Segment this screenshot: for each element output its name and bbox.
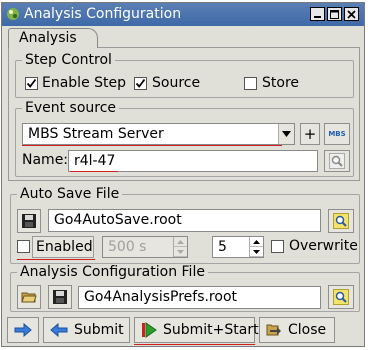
enable-step-checkbox[interactable] (25, 77, 38, 90)
auto-save-file-button[interactable] (17, 209, 41, 233)
add-source-button[interactable]: + (300, 123, 320, 145)
config-file-input[interactable]: Go4AnalysisPrefs.root (78, 286, 321, 309)
submit-button[interactable]: Submit (43, 317, 130, 343)
mbs-button[interactable]: MBS (324, 123, 350, 145)
close-label: Close (288, 322, 327, 338)
play-icon (141, 322, 157, 338)
event-source-type-value: MBS Stream Server (28, 126, 164, 142)
store-checkbox[interactable] (244, 77, 257, 90)
window-title: Analysis Configuration (24, 6, 182, 22)
spin-up-icon[interactable] (174, 237, 187, 247)
overwrite-checkbox[interactable] (271, 240, 284, 253)
checkmark-icon (135, 78, 146, 88)
magnifier-icon (329, 153, 345, 169)
browse-auto-save-button[interactable] (328, 209, 354, 233)
arrow-right-icon (14, 323, 32, 337)
save-config-button[interactable] (48, 285, 72, 309)
close-button[interactable]: Close (259, 317, 335, 343)
store-label: Store (262, 75, 300, 91)
event-source-title: Event source (22, 100, 120, 116)
exit-door-icon (266, 322, 282, 338)
minimize-button[interactable] (310, 7, 325, 21)
auto-save-interval-value: 500 s (108, 239, 147, 255)
config-file-value: Go4AnalysisPrefs.root (84, 289, 238, 305)
forward-button[interactable] (7, 317, 39, 343)
compression-spin-arrows[interactable] (249, 237, 263, 257)
browse-config-button[interactable] (328, 285, 354, 309)
step-control-title: Step Control (22, 52, 115, 68)
name-label: Name: (22, 152, 69, 168)
compression-value: 5 (218, 239, 227, 255)
spin-down-icon[interactable] (174, 247, 187, 257)
maximize-button[interactable] (327, 7, 342, 21)
browse-source-button[interactable] (324, 150, 350, 172)
enabled-underline (17, 259, 95, 260)
auto-save-file-input[interactable]: Go4AutoSave.root (48, 209, 321, 232)
interval-spin-arrows[interactable] (173, 237, 187, 257)
title-bar[interactable]: Analysis Configuration (2, 3, 364, 26)
magnifier-icon (333, 213, 349, 229)
mbs-icon: MBS (328, 130, 346, 138)
tab-analysis-label: Analysis (19, 30, 77, 46)
chevron-down-icon (282, 131, 291, 137)
source-checkbox[interactable] (134, 77, 147, 90)
event-source-type-select[interactable]: MBS Stream Server (22, 123, 295, 145)
event-source-underline (22, 145, 282, 146)
arrow-left-icon (50, 323, 68, 337)
overwrite-label: Overwrite (289, 238, 358, 254)
analysis-configuration-window: Analysis Configuration Analysis Step Con… (1, 2, 365, 347)
enabled-toggle-button[interactable]: Enabled (32, 236, 94, 258)
name-underline (70, 171, 118, 172)
spin-up-icon[interactable] (250, 237, 263, 247)
open-folder-icon (21, 292, 37, 303)
close-window-button[interactable] (344, 7, 359, 21)
minimize-icon (314, 15, 321, 18)
open-config-button[interactable] (17, 285, 41, 309)
checkmark-icon (26, 78, 37, 88)
enabled-label: Enabled (36, 239, 93, 255)
app-icon (7, 8, 19, 20)
enable-step-label: Enable Step (42, 75, 127, 91)
auto-save-enabled-checkbox[interactable] (17, 240, 30, 253)
submit-label: Submit (74, 322, 124, 338)
close-icon (347, 9, 356, 19)
plus-icon: + (303, 125, 317, 143)
event-source-name-input[interactable]: r4l-47 (68, 150, 318, 172)
magnifier-icon (333, 289, 349, 305)
submit-start-button[interactable]: Submit+Start (134, 317, 259, 343)
tab-analysis[interactable]: Analysis (8, 28, 98, 48)
save-disk-icon (22, 214, 36, 228)
save-disk-icon (53, 290, 67, 304)
maximize-icon (330, 9, 339, 19)
dropdown-arrow-button[interactable] (278, 124, 294, 144)
spin-down-icon[interactable] (250, 247, 263, 257)
auto-save-title: Auto Save File (17, 186, 123, 202)
submit-start-underline (134, 344, 255, 345)
submit-start-label: Submit+Start (163, 322, 259, 338)
event-source-name-value: r4l-47 (74, 153, 116, 169)
config-file-title: Analysis Configuration File (17, 264, 208, 280)
auto-save-file-value: Go4AutoSave.root (54, 212, 182, 228)
source-label: Source (152, 75, 201, 91)
